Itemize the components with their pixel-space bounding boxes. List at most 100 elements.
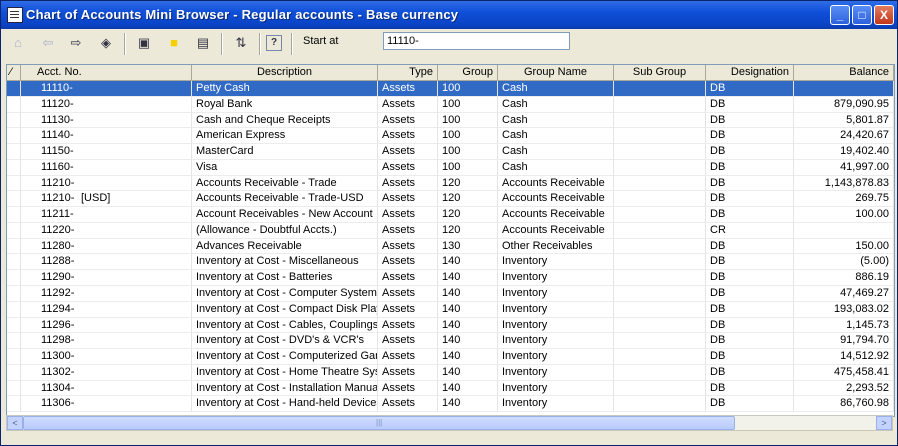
note-icon[interactable]: ■: [163, 32, 185, 54]
table-row[interactable]: 11160- Visa Assets 100 Cash DB 41,997.00: [7, 159, 894, 176]
cell-sub: [614, 349, 706, 365]
cell-desc: Visa: [192, 159, 378, 176]
cell-cur: [77, 349, 192, 365]
scroll-right-button[interactable]: >: [876, 416, 892, 430]
cell-des: DB: [706, 286, 794, 302]
cell-gname: Cash: [498, 112, 614, 129]
cell-desc: Accounts Receivable - Trade: [192, 175, 378, 192]
table-row[interactable]: 11220- (Allowance - Doubtful Accts.) Asset…: [7, 222, 894, 239]
row-selector: [7, 159, 21, 176]
cell-group: 140: [438, 301, 498, 318]
cell-desc: MasterCard: [192, 144, 378, 160]
table-row[interactable]: 11288- Inventory at Cost - Miscellaneous A…: [7, 254, 894, 271]
cell-sub: [614, 286, 706, 302]
cell-group: 100: [438, 81, 498, 97]
navigate-diamond-icon[interactable]: ◈: [95, 32, 117, 54]
cell-acct: 11210-: [21, 176, 77, 192]
cell-sub: [614, 380, 706, 397]
cell-gname: Other Receivables: [498, 238, 614, 255]
cell-cur: [77, 286, 192, 302]
maximize-button[interactable]: □: [852, 5, 872, 25]
cell-bal: 86,760.98: [794, 396, 894, 413]
cell-desc: Petty Cash: [192, 81, 378, 97]
cell-sub: [614, 128, 706, 145]
scroll-left-button[interactable]: <: [7, 416, 23, 430]
cell-acct: 11302-: [21, 365, 77, 381]
cell-type: Assets: [378, 317, 438, 334]
cell-cur: [77, 81, 192, 97]
cell-group: 140: [438, 364, 498, 381]
close-button[interactable]: X: [874, 5, 894, 25]
cell-des: DB: [706, 396, 794, 413]
cell-bal: 19,402.40: [794, 144, 894, 160]
column-header-designation[interactable]: Designation: [706, 65, 794, 81]
window-title: Chart of Accounts Mini Browser - Regular…: [26, 7, 459, 22]
row-selector: [7, 175, 21, 192]
cell-type: Assets: [378, 81, 438, 97]
table-row[interactable]: 11130- Cash and Cheque Receipts Assets 100 C…: [7, 112, 894, 129]
cell-gname: Inventory: [498, 270, 614, 286]
table-row[interactable]: 11306- Inventory at Cost - Hand-held Devi…: [7, 396, 894, 413]
table-row[interactable]: 11140- American Express Assets 100 Cash DB 24,…: [7, 128, 894, 145]
cell-group: 120: [438, 222, 498, 239]
column-header-acct-no[interactable]: Acct. No.: [21, 65, 192, 81]
horizontal-scrollbar[interactable]: < ||| >: [6, 415, 893, 431]
cell-bal: 14,512.92: [794, 349, 894, 365]
table-row[interactable]: 11211- Account Receivables - New Account A…: [7, 207, 894, 223]
table-row[interactable]: 11302- Inventory at Cost - Home Theatre S…: [7, 364, 894, 381]
cell-type: Assets: [378, 96, 438, 113]
row-selector: [7, 207, 21, 223]
sort-arrows-icon[interactable]: ⇅: [230, 32, 252, 54]
start-at-input[interactable]: [383, 32, 570, 50]
table-row[interactable]: 11150- MasterCard Assets 100 Cash DB 19,402.40: [7, 144, 894, 160]
cell-gname: Inventory: [498, 333, 614, 350]
table-row[interactable]: 11290- Inventory at Cost - Batteries Asset…: [7, 270, 894, 286]
cell-gname: Cash: [498, 159, 614, 176]
home-icon[interactable]: ⌂: [7, 32, 29, 54]
help-icon[interactable]: ?: [266, 35, 282, 51]
column-header-type[interactable]: Type: [378, 65, 438, 81]
cell-bal: 886.19: [794, 270, 894, 286]
column-header-sub-group[interactable]: Sub Group: [614, 65, 706, 81]
cell-type: Assets: [378, 301, 438, 318]
cell-sub: [614, 112, 706, 129]
table-row[interactable]: 11120- Royal Bank Assets 100 Cash DB 879,090.9…: [7, 96, 894, 113]
row-selector: [7, 81, 21, 97]
cell-cur: [77, 222, 192, 239]
table-row[interactable]: 11294- Inventory at Cost - Compact Disk P…: [7, 301, 894, 318]
table-row[interactable]: 11110- Petty Cash Assets 100 Cash DB: [7, 81, 894, 97]
table-row[interactable]: 11210- [USD] Accounts Receivable - Trade-U…: [7, 191, 894, 208]
column-header-description[interactable]: Description: [192, 65, 378, 81]
forward-arrow-icon[interactable]: ⇨: [65, 32, 87, 54]
cell-des: DB: [706, 112, 794, 129]
row-selector: [7, 380, 21, 397]
scroll-thumb[interactable]: |||: [23, 416, 735, 430]
cell-gname: Inventory: [498, 396, 614, 413]
cell-type: Assets: [378, 222, 438, 239]
cell-acct: 11110-: [21, 81, 77, 97]
table-row[interactable]: 11210- Accounts Receivable - Trade Assets 1…: [7, 175, 894, 192]
title-bar[interactable]: Chart of Accounts Mini Browser - Regular…: [1, 1, 897, 29]
cell-gname: Inventory: [498, 254, 614, 271]
document-list-icon[interactable]: ▤: [192, 32, 214, 54]
cell-gname: Inventory: [498, 301, 614, 318]
row-selector: [7, 364, 21, 381]
column-header-balance[interactable]: Balance: [794, 65, 894, 81]
table-row[interactable]: 11304- Inventory at Cost - Installation M…: [7, 380, 894, 397]
back-arrow-icon[interactable]: ⇦: [37, 32, 59, 54]
table-row[interactable]: 11298- Inventory at Cost - DVD's & VCR's A…: [7, 333, 894, 350]
table-row[interactable]: 11292- Inventory at Cost - Computer Syste…: [7, 286, 894, 302]
row-selector-header[interactable]: ⁄: [7, 65, 21, 81]
column-header-group[interactable]: Group: [438, 65, 498, 81]
table-row[interactable]: 11300- Inventory at Cost - Computerized G…: [7, 349, 894, 365]
refresh-page-icon[interactable]: ▣: [133, 32, 155, 54]
table-row[interactable]: 11296- Inventory at Cost - Cables, Coupli…: [7, 317, 894, 334]
minimize-button[interactable]: _: [830, 5, 850, 25]
cell-cur: [77, 270, 192, 286]
cell-des: DB: [706, 317, 794, 334]
column-header-group-name[interactable]: Group Name: [498, 65, 614, 81]
row-selector: [7, 238, 21, 255]
cell-des: DB: [706, 175, 794, 192]
table-row[interactable]: 11280- Advances Receivable Assets 130 Other …: [7, 238, 894, 255]
cell-bal: 100.00: [794, 207, 894, 223]
